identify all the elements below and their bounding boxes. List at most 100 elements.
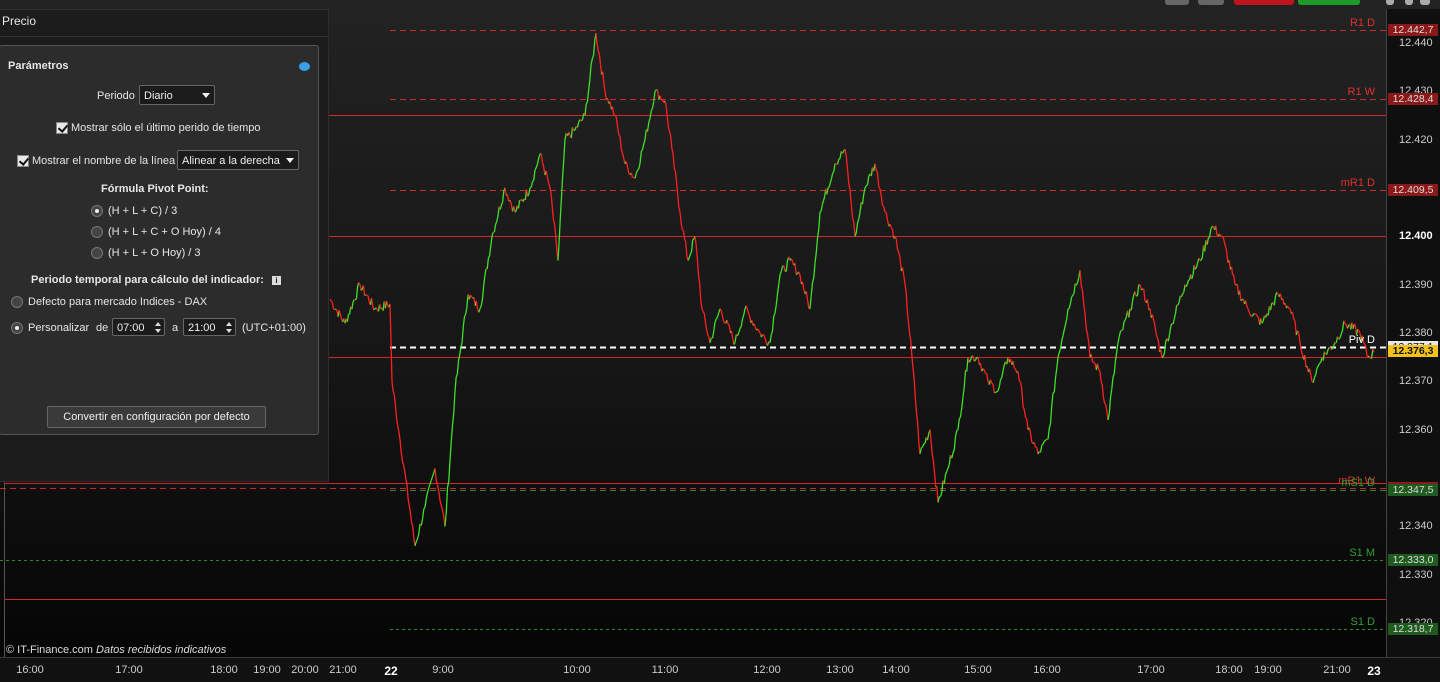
price-segment (974, 360, 975, 361)
price-segment (1345, 323, 1346, 324)
price-segment (1254, 313, 1255, 314)
x-tick-label-19: 23 (1367, 664, 1380, 678)
formula-radio-1[interactable] (91, 205, 103, 217)
y-tick-label-7: 12.360 (1399, 424, 1433, 436)
x-tick-label-3: 19:00 (253, 664, 281, 676)
price-segment (1044, 440, 1045, 441)
level-price-tag-0: 12.442,7 (1388, 24, 1438, 36)
current-price-tag: 12.376,3 (1388, 345, 1438, 357)
periodo-label: Periodo (97, 90, 135, 102)
formula-title: Fórmula Pivot Point: (101, 183, 209, 195)
y-tick-label-8: 12.340 (1399, 520, 1433, 532)
price-segment (1256, 314, 1257, 316)
level-name-0: R1 D (1350, 17, 1375, 29)
x-tick-label-6: 22 (384, 664, 397, 678)
level-name-1: R1 W (1348, 86, 1376, 98)
arrow-up-icon[interactable] (155, 322, 161, 326)
data-note: Datos recibidos indicativos (96, 644, 226, 656)
toolbar-button-gray-1[interactable] (1165, 0, 1189, 5)
align-select-value: Alinear a la derecha (182, 155, 280, 167)
price-segment (828, 187, 829, 188)
price-segment (1358, 329, 1359, 330)
price-segment (1014, 368, 1015, 369)
price-segment (1105, 403, 1106, 405)
level-price-tag-2: 12.409,5 (1388, 184, 1438, 196)
price-segment (1046, 439, 1047, 440)
price-segment (866, 185, 867, 186)
custom-period-radio[interactable] (11, 322, 23, 334)
y-tick-label-6: 12.370 (1399, 375, 1433, 387)
price-segment (336, 309, 337, 310)
arrow-down-icon[interactable] (226, 329, 232, 333)
formula-radio-3[interactable] (91, 247, 103, 259)
periodo-select[interactable]: Diario (139, 85, 215, 105)
level-name-6: S1 M (1349, 547, 1375, 559)
level-name-2: mR1 D (1341, 177, 1375, 189)
price-segment (367, 295, 368, 296)
x-tick-label-2: 18:00 (210, 664, 238, 676)
toolbar-button-gray-5[interactable] (1420, 0, 1430, 5)
price-axis[interactable]: 12.44012.43012.42012.40012.39012.38012.3… (1386, 9, 1440, 657)
toolbar-button-red[interactable] (1234, 0, 1294, 5)
custom-period-label: Personalizar (28, 322, 89, 334)
price-segment (355, 298, 356, 300)
price-segment (1141, 289, 1142, 290)
price-segment (1324, 352, 1325, 354)
chart-left-border (4, 480, 5, 657)
price-segment (820, 211, 821, 212)
level-price-tag-6: 12.333,0 (1388, 554, 1438, 566)
toolbar-button-gray-4[interactable] (1405, 0, 1413, 5)
help-bubble-icon[interactable] (299, 62, 310, 71)
price-segment (728, 324, 729, 325)
arrow-up-icon[interactable] (226, 322, 232, 326)
level-name-5: mS1 D (1341, 477, 1375, 489)
x-tick-label-8: 10:00 (563, 664, 591, 676)
price-segment (957, 430, 958, 431)
price-segment (574, 130, 575, 131)
price-segment (661, 100, 662, 101)
y-tick-label-3: 12.400 (1399, 230, 1433, 242)
to-time-stepper[interactable]: 21:00 (183, 318, 236, 336)
x-tick-label-0: 16:00 (16, 664, 44, 676)
info-icon[interactable]: i (272, 276, 281, 285)
period-title: Periodo temporal para cálculo del indica… (31, 274, 264, 286)
default-market-radio[interactable] (11, 296, 23, 308)
only-last-period-label: Mostrar sólo el último perido de tiempo (71, 122, 261, 134)
align-select[interactable]: Alinear a la derecha (177, 150, 299, 170)
price-segment (1222, 236, 1223, 237)
price-segment (528, 194, 529, 196)
from-time-stepper[interactable]: 07:00 (112, 318, 165, 336)
price-segment (1053, 392, 1054, 393)
default-market-label: Defecto para mercado Indices - DAX (28, 296, 207, 308)
y-tick-label-2: 12.420 (1399, 134, 1433, 146)
price-segment (331, 301, 332, 302)
only-last-period-checkbox[interactable] (56, 122, 68, 134)
price-segment (885, 212, 886, 213)
price-segment (833, 172, 834, 173)
x-tick-label-11: 13:00 (826, 664, 854, 676)
x-tick-label-15: 17:00 (1137, 664, 1165, 676)
price-segment (1093, 362, 1094, 363)
price-segment (1136, 295, 1137, 296)
arrow-down-icon[interactable] (155, 329, 161, 333)
x-tick-label-18: 21:00 (1323, 664, 1351, 676)
price-segment (614, 114, 615, 115)
time-axis[interactable]: 16:0017:0018:0019:0020:0021:00229:0010:0… (0, 657, 1440, 682)
to-time-value: 21:00 (188, 322, 216, 334)
formula-radio-2[interactable] (91, 226, 103, 238)
price-segment (997, 391, 998, 392)
price-segment (1241, 300, 1242, 301)
toolbar-button-gray-3[interactable] (1386, 0, 1394, 5)
chevron-down-icon (202, 93, 210, 98)
price-segment (1042, 444, 1043, 445)
price-segment (515, 211, 516, 212)
from-time-value: 07:00 (117, 322, 145, 334)
x-tick-label-16: 18:00 (1215, 664, 1243, 676)
show-line-name-checkbox[interactable] (17, 155, 29, 167)
convert-default-button[interactable]: Convertir en configuración por defecto (47, 406, 266, 428)
price-segment (1073, 294, 1074, 295)
toolbar-button-green[interactable] (1298, 0, 1360, 5)
toolbar-button-gray-2[interactable] (1198, 0, 1224, 5)
x-tick-label-14: 16:00 (1033, 664, 1061, 676)
price-segment (883, 205, 884, 206)
